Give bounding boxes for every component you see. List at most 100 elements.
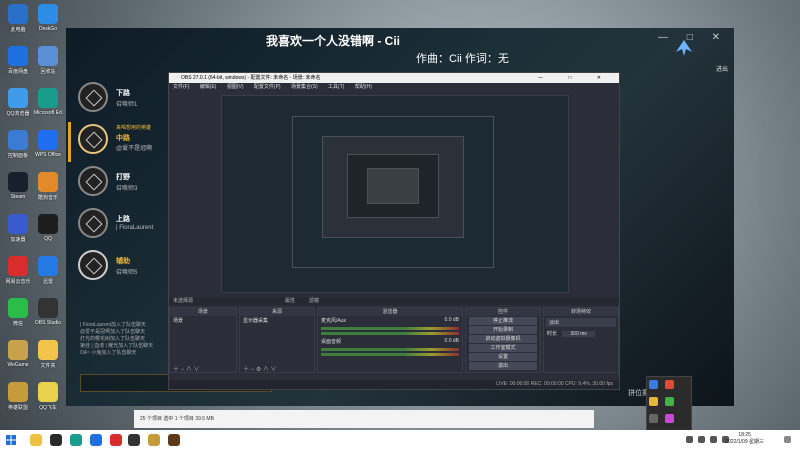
desktop-shortcut[interactable]: DeskGo [34,4,62,32]
tray-app-icon[interactable] [649,380,658,389]
scene-item[interactable]: 场景 [170,316,236,325]
volume-meter[interactable] [321,327,459,330]
app-icon [8,256,28,276]
track-db: 0.0 dB [444,317,459,323]
song-credits: 作曲：Cii 作词：无 [416,53,509,65]
app-icon [38,46,58,66]
desktop-shortcut[interactable]: 回收站 [34,46,62,75]
obs-preview-canvas[interactable] [221,95,569,293]
role-name: 辅助 [116,258,130,265]
desktop-shortcut[interactable]: 酷狗音乐 [34,172,62,201]
app-icon [8,382,28,402]
controls-dock: 控件 停止推流 开始录制 启动虚拟摄像机 工作室模式 设置 退出 [465,307,541,373]
mixer-track-desktop: 桌面音频 0.0 dB [318,337,462,346]
settings-button[interactable]: 设置 [469,353,537,361]
menu-edit[interactable]: 编辑(E) [200,84,217,90]
menu-scene-collection[interactable]: 场景集合(S) [291,84,318,90]
netease-music-icon[interactable] [110,434,122,446]
sources-header: 来源 [240,308,314,316]
desktop-shortcut[interactable]: 网易云音乐 [4,256,32,285]
volume-meter[interactable] [321,353,459,356]
desktop-shortcut[interactable]: QQ [34,214,62,242]
app-icon [38,214,58,234]
stop-streaming-button[interactable]: 停止推流 [469,317,537,325]
menu-tools[interactable]: 工具(T) [328,84,344,90]
tray-app-icon[interactable] [664,397,674,406]
menu-view[interactable]: 视图(V) [227,84,244,90]
desktop-shortcut[interactable]: OBS Studio [34,298,62,326]
volume-icon[interactable] [710,436,717,443]
source-item[interactable]: 显示器采集 [240,316,314,325]
desktop-shortcut[interactable]: 加速器 [4,214,32,243]
desktop-shortcut-label: 控制面板 [7,153,28,159]
no-source-label: 未选择源 [173,298,194,304]
taskbar: 18:25 2022/1/09 星期三 [0,430,800,450]
desktop-shortcut[interactable]: 文件夹 [34,340,62,369]
tray-app-icon[interactable] [649,397,658,406]
app-icon [8,4,28,24]
role-player: 召唤师3 [116,186,138,192]
duration-input[interactable]: 300 ms [562,331,595,337]
desktop-shortcut[interactable]: 迅雷 [34,256,62,285]
tray-app-icon[interactable] [664,414,674,423]
desktop-shortcut-label: Microsoft Edge [34,110,62,116]
desktop-shortcut-label: QQ [44,236,52,242]
desktop-shortcut-label: WeGame [7,362,29,368]
desktop-shortcut[interactable]: 英雄联盟 [4,382,32,411]
app-icon [8,298,28,318]
desktop-shortcut[interactable]: 此电脑 [4,4,32,33]
desktop-shortcut[interactable]: Steam [4,172,32,200]
desktop-shortcut-label: 英雄联盟 [7,405,28,411]
edge-icon[interactable] [70,434,82,446]
virtual-camera-button[interactable]: 启动虚拟摄像机 [469,335,537,343]
league-client-icon[interactable] [148,434,160,446]
obs-taskbar-icon[interactable] [128,434,140,446]
sources-footer[interactable]: ＋ − ⚙ ∧ ∨ [240,364,314,373]
role-note: 来喝想用的英雄 [116,125,152,131]
volume-meter[interactable] [321,332,459,335]
menu-help[interactable]: 帮助(H) [355,84,372,90]
qq-icon[interactable] [50,434,62,446]
desktop-shortcut[interactable]: QQ飞车 [34,382,62,411]
notification-icon[interactable] [784,436,791,443]
exit-button[interactable]: 退出 [469,362,537,370]
desktop-shortcut-label: 百度网盘 [7,69,28,75]
taskbar-clock[interactable]: 18:25 2022/1/09 星期三 [725,432,764,446]
network-icon[interactable] [698,436,705,443]
game-taskbar-icon[interactable] [168,434,180,446]
desktop-shortcut-label: WPS Office [35,152,61,158]
transition-select[interactable]: 淡出 [546,318,616,327]
desktop-shortcut[interactable]: QQ浏览器 [4,88,32,117]
tray-app-icon[interactable] [649,414,658,423]
obs-titlebar: OBS 27.0.1 (64-bit, windows) - 配置文件: 未命名… [169,73,619,83]
desktop-shortcut[interactable]: Microsoft Edge [34,88,62,116]
scenes-footer[interactable]: ＋ − ∧ ∨ [170,364,236,373]
desktop-shortcut-label: 微信 [12,321,23,327]
desktop-shortcut[interactable]: WPS Office [34,130,62,158]
menu-profile[interactable]: 配置文件(P) [254,84,281,90]
windows-start-icon[interactable] [6,435,16,445]
sources-dock: 来源 显示器采集 ＋ − ⚙ ∧ ∨ [239,307,315,373]
desktop-shortcut-label: DeskGo [38,26,58,32]
file-explorer-icon[interactable] [30,434,42,446]
desktop-shortcut[interactable]: 控制面板 [4,130,32,159]
desktop-shortcut-label: 网易云音乐 [5,279,31,285]
desktop-shortcut-label: 回收站 [40,69,56,75]
volume-meter[interactable] [321,348,459,351]
tray-app-icon[interactable] [664,380,674,389]
exit-link[interactable]: 进出 [716,64,728,73]
desktop-shortcut[interactable]: 百度网盘 [4,46,32,75]
desktop-shortcut[interactable]: WeGame [4,340,32,368]
obs-window-controls[interactable]: — □ ✕ [538,73,613,83]
filters-button[interactable]: 滤镜 [309,297,319,304]
start-recording-button[interactable]: 开始录制 [469,326,537,334]
tray-arrow-icon[interactable] [686,436,693,443]
qq-browser-icon[interactable] [90,434,102,446]
desktop-shortcut[interactable]: 微信 [4,298,32,327]
properties-button[interactable]: 属性 [285,297,295,304]
studio-mode-button[interactable]: 工作室模式 [469,344,537,352]
duration-row: 时长 300 ms [544,329,618,338]
source-toolbar: 未选择源 属性 滤镜 [169,297,619,305]
menu-file[interactable]: 文件(F) [173,84,189,90]
role-player: 召唤师5 [116,270,138,276]
